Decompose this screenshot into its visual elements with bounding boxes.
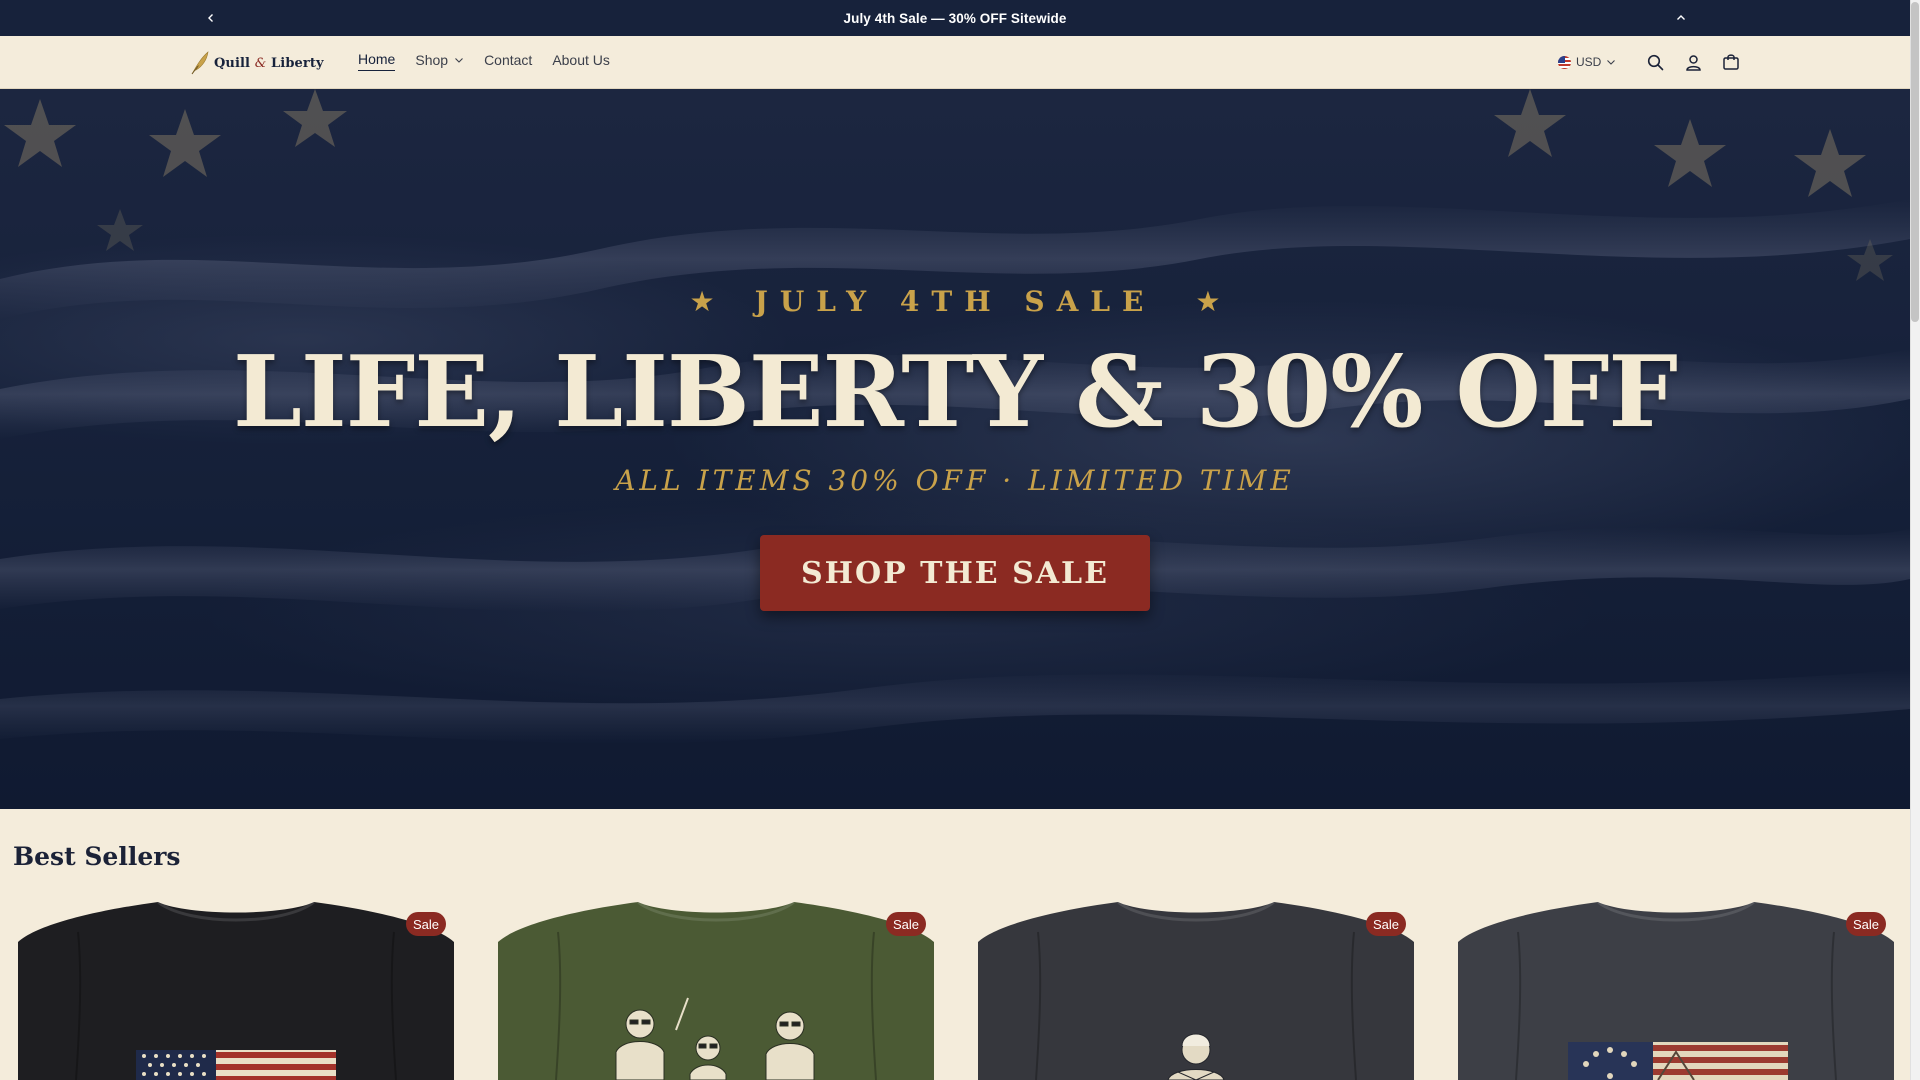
cart-icon	[1723, 54, 1740, 70]
nav-contact-label: Contact	[484, 51, 533, 68]
cart-button[interactable]	[1719, 50, 1743, 74]
hero-content: ★ JULY 4TH SALE ★ LIFE, LIBERTY & 30% OF…	[0, 89, 1910, 809]
search-icon	[1647, 54, 1664, 70]
currency-label: USD	[1576, 55, 1602, 69]
page-scrollbar[interactable]	[1910, 0, 1920, 1080]
hero-headline: LIFE, LIBERTY & 30% OFF	[233, 335, 1678, 450]
us-flag-icon	[1558, 55, 1571, 69]
logo-text: Quill & Liberty	[214, 56, 324, 71]
nav-item-home[interactable]: Home	[358, 51, 396, 71]
star-icon: ★	[689, 284, 715, 318]
announcement-collapse-button[interactable]	[1672, 9, 1690, 27]
nav-home-label: Home	[358, 51, 396, 67]
sale-badge: Sale	[885, 912, 926, 936]
logo-name-part1: Quill	[214, 55, 251, 71]
account-button[interactable]	[1681, 50, 1705, 74]
logo-ampersand: &	[254, 55, 267, 71]
tshirt-product-image	[978, 902, 1414, 1080]
search-button[interactable]	[1643, 50, 1667, 74]
betsy-ross-flag-graphic	[1568, 1042, 1788, 1080]
sale-badge: Sale	[405, 912, 446, 936]
chevron-left-icon	[208, 14, 213, 22]
account-icon	[1686, 54, 1701, 71]
main-nav: Home Shop Contact About Us	[358, 51, 610, 71]
product-card[interactable]: Sale	[18, 902, 454, 1080]
chevron-down-icon	[1607, 60, 1616, 65]
nav-item-shop[interactable]: Shop	[415, 52, 464, 71]
chevron-up-icon	[1677, 15, 1685, 20]
announcement-bar: July 4th Sale — 30% OFF Sitewide	[0, 0, 1910, 36]
sale-badge: Sale	[1845, 912, 1886, 936]
product-grid: Sale Sale Sale Sale	[18, 902, 1894, 1080]
star-icon: ★	[1195, 284, 1221, 318]
hero-eyebrow-text: JULY 4TH SALE	[754, 285, 1156, 318]
best-sellers-title: Best Sellers	[13, 842, 181, 871]
nav-item-contact[interactable]: Contact	[484, 52, 532, 71]
nav-item-about[interactable]: About Us	[552, 52, 610, 71]
quill-logo-icon	[191, 51, 209, 75]
hero-subline: ALL ITEMS 30% OFF · LIMITED TIME	[615, 464, 1295, 497]
header-actions: USD	[1558, 47, 1750, 77]
tshirt-product-image	[498, 902, 934, 1080]
tshirt-product-image	[18, 902, 454, 1080]
sale-badge: Sale	[1365, 912, 1406, 936]
announcement-prev-button[interactable]	[202, 9, 220, 27]
scrollbar-thumb[interactable]	[1911, 2, 1919, 322]
logo[interactable]: Quill & Liberty	[190, 50, 324, 76]
hero-banner: ★ JULY 4TH SALE ★ LIFE, LIBERTY & 30% OF…	[0, 89, 1910, 809]
logo-name-part2: Liberty	[271, 55, 324, 71]
product-card[interactable]: Sale	[978, 902, 1414, 1080]
tshirt-product-image	[1458, 902, 1894, 1080]
nav-shop-label: Shop	[415, 51, 449, 68]
hero-eyebrow: ★ JULY 4TH SALE ★	[689, 285, 1220, 318]
site-header: Quill & Liberty Home Shop Contact About …	[0, 36, 1910, 89]
nav-about-label: About Us	[552, 51, 610, 68]
shop-the-sale-button[interactable]: SHOP THE SALE	[760, 535, 1150, 611]
product-card[interactable]: Sale	[1458, 902, 1894, 1080]
american-flag-graphic	[136, 1050, 336, 1080]
chevron-down-icon	[455, 57, 463, 63]
announcement-text: July 4th Sale — 30% OFF Sitewide	[843, 10, 1067, 26]
product-card[interactable]: Sale	[498, 902, 934, 1080]
currency-selector[interactable]: USD	[1558, 55, 1616, 69]
